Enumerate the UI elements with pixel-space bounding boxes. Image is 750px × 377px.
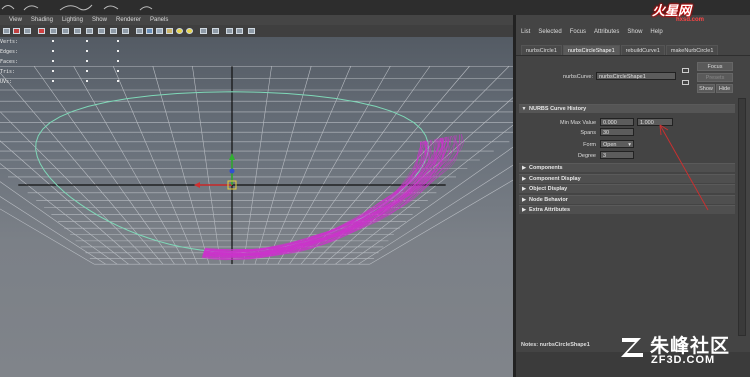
ae-menu-selected[interactable]: Selected <box>538 29 561 35</box>
node-name-label: nurbsCurve: <box>563 74 593 80</box>
use-lights-icon[interactable] <box>176 28 183 34</box>
section-title: Extra Attributes <box>529 207 571 213</box>
smooth-shade-icon[interactable] <box>146 28 153 34</box>
safe-action-icon[interactable] <box>122 28 129 34</box>
ae-menu-attributes[interactable]: Attributes <box>594 29 619 35</box>
section-title: Object Display <box>529 186 568 192</box>
textured-icon[interactable] <box>166 28 173 34</box>
output-connection-icon[interactable] <box>682 80 689 85</box>
camera-attributes-icon[interactable] <box>38 28 45 34</box>
collapsed-arrow-icon: ▶ <box>522 197 526 203</box>
section-title: Node Behavior <box>529 197 568 203</box>
xray-icon[interactable] <box>200 28 207 34</box>
shelf-icons[interactable] <box>0 0 160 15</box>
section-title: NURBS Curve History <box>529 106 587 112</box>
menu-view[interactable]: View <box>9 17 22 23</box>
field-chart-icon[interactable] <box>110 28 117 34</box>
select-camera-icon[interactable] <box>3 28 10 34</box>
menu-lighting[interactable]: Lighting <box>62 17 83 23</box>
lock-camera-icon[interactable] <box>13 28 20 34</box>
xray-joints-icon[interactable] <box>212 28 219 34</box>
resolution-gate-icon[interactable] <box>86 28 93 34</box>
watermark-zf3d-url: ZF3D.COM <box>651 354 716 366</box>
menu-panels[interactable]: Panels <box>150 17 168 23</box>
input-connection-icon[interactable] <box>682 68 689 73</box>
zf3d-logo-icon <box>621 338 643 357</box>
attribute-editor-menu: List Selected Focus Attributes Show Help <box>521 29 663 35</box>
perspective-viewport[interactable] <box>0 37 513 377</box>
manipulator-z-handle <box>229 168 235 174</box>
collapsed-arrow-icon: ▶ <box>522 207 526 213</box>
collapsed-arrow-icon: ▶ <box>522 165 526 171</box>
ae-menu-focus[interactable]: Focus <box>570 29 586 35</box>
chevron-down-icon: ▾ <box>628 142 631 148</box>
fur-strand <box>204 140 427 251</box>
hide-button[interactable]: Hide <box>716 84 733 93</box>
attribute-scrollbar[interactable] <box>738 98 746 336</box>
isolate-select-icon[interactable] <box>226 28 233 34</box>
show-button[interactable]: Show <box>697 84 715 93</box>
min-max-value-label: Min Max Value <box>560 120 596 126</box>
grid-icon[interactable] <box>62 28 69 34</box>
ae-menu-show[interactable]: Show <box>627 29 642 35</box>
film-gate-icon[interactable] <box>74 28 81 34</box>
ae-menu-help[interactable]: Help <box>650 29 662 35</box>
manipulator-y-arrowhead <box>229 153 235 160</box>
hq-render-icon[interactable] <box>236 28 243 34</box>
presets-button[interactable]: Presets <box>697 73 733 82</box>
menu-shading[interactable]: Shading <box>31 17 53 23</box>
wireframe-icon[interactable] <box>136 28 143 34</box>
spans-label: Spans <box>580 130 596 136</box>
wireframe-on-shaded-icon[interactable] <box>156 28 163 34</box>
section-title: Component Display <box>529 176 581 182</box>
degree-label: Degree <box>577 153 596 159</box>
bookmark-icon[interactable] <box>24 28 31 34</box>
form-label: Form <box>583 142 596 148</box>
node-name-field[interactable]: nurbsCircleShape1 <box>596 72 676 80</box>
top-toolbar-strip <box>0 0 750 15</box>
watermark-hxsd-url: hxsd.com <box>676 17 705 23</box>
manipulator-x-arrowhead <box>194 182 200 188</box>
focus-button[interactable]: Focus <box>697 62 733 71</box>
fur-strand <box>204 141 422 251</box>
section-title: Components <box>529 165 563 171</box>
annotation-arrow <box>659 124 709 211</box>
fur-strand <box>204 141 422 251</box>
ae-menu-list[interactable]: List <box>521 29 530 35</box>
tab-underline <box>516 55 750 56</box>
viewport-scene <box>0 65 513 265</box>
collapsed-arrow-icon: ▶ <box>522 186 526 192</box>
hud-values <box>0 37 120 87</box>
viewport-menu-bar: View Shading Lighting Show Renderer Pane… <box>0 15 513 25</box>
notes-label: Notes: nurbsCircleShape1 <box>521 342 590 348</box>
ambient-occlusion-icon[interactable] <box>248 28 255 34</box>
gate-mask-icon[interactable] <box>98 28 105 34</box>
nurbs-curve-history-section[interactable]: ▼ NURBS Curve History <box>519 104 735 113</box>
spans-field[interactable]: 30 <box>600 128 634 136</box>
degree-field[interactable]: 3 <box>600 151 634 159</box>
expanded-arrow-icon: ▼ <box>521 106 527 112</box>
form-dropdown-value: Open <box>603 142 617 148</box>
collapsed-arrow-icon: ▶ <box>522 176 526 182</box>
form-dropdown[interactable]: Open ▾ <box>600 140 634 148</box>
image-plane-icon[interactable] <box>50 28 57 34</box>
menu-show[interactable]: Show <box>92 17 107 23</box>
min-value-field[interactable]: 0.000 <box>600 118 634 126</box>
shadows-icon[interactable] <box>186 28 193 34</box>
menu-renderer[interactable]: Renderer <box>116 17 141 23</box>
